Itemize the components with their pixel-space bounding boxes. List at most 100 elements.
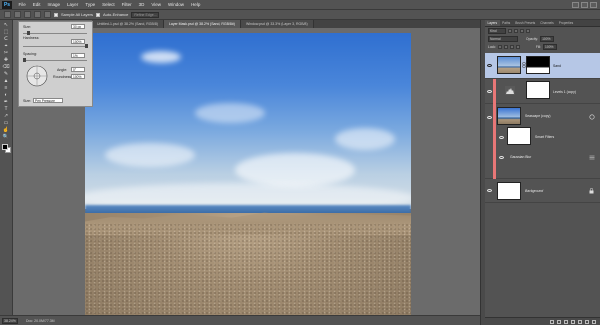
size-slider[interactable] [23,31,87,35]
move-tool-icon[interactable]: ↖ [2,22,10,28]
crop-tool-icon[interactable]: ✂ [2,50,10,56]
lasso-tool-icon[interactable]: ᑕ [2,36,10,42]
type-filter-icon[interactable] [520,29,524,33]
layer-name[interactable]: Sand [553,64,561,68]
trash-icon[interactable] [592,319,596,324]
menu-file[interactable]: File [15,0,29,10]
shape-filter-icon[interactable] [526,29,530,33]
tab-properties[interactable]: Properties [556,20,576,26]
spacing-slider-knob[interactable] [23,58,26,62]
close-button[interactable] [590,1,597,8]
maximize-button[interactable] [581,1,588,8]
refine-edge-button[interactable]: Refine Edge... [131,11,160,18]
layer-name[interactable]: Seascape (copy) [525,114,550,118]
menu-3d[interactable]: 3D [135,0,148,10]
lock-transparency-icon[interactable] [497,45,502,49]
eyedropper-tool-icon[interactable]: ✚ [2,57,10,63]
menu-select[interactable]: Select [99,0,119,10]
menu-edit[interactable]: Edit [29,0,44,10]
document-tab[interactable]: Window.psd @ 33.3% (Layer 3, RGB/8) [240,20,314,28]
fx-icon[interactable] [557,319,561,324]
pixel-filter-icon[interactable] [508,29,512,33]
roundness-field[interactable]: 100% [71,74,85,79]
angle-field[interactable]: 0° [71,67,85,72]
filter-options-icon[interactable] [589,155,595,160]
hardness-slider[interactable] [23,44,88,48]
fill-field[interactable]: 100% [543,44,558,50]
menu-image[interactable]: Image [44,0,64,10]
layer-mask-thumbnail[interactable] [526,81,550,99]
visibility-eye-icon[interactable] [487,189,492,192]
document-tab[interactable]: Untitled-1.psd @ 38.2% (Sand, RGB/8) [92,20,164,28]
add-mask-icon[interactable] [564,319,568,324]
new-selection-icon[interactable] [14,11,21,18]
menu-layer[interactable]: Layer [64,0,82,10]
brush-tip-preview[interactable] [25,64,49,88]
hardness-field[interactable]: 100% [71,39,85,44]
minimize-button[interactable] [572,1,579,8]
history-brush-tool-icon[interactable]: ≡ [2,85,10,91]
size-field[interactable]: 30 px [71,24,85,29]
lock-pixels-icon[interactable] [503,45,508,49]
tab-brush-presets[interactable]: Brush Presets [513,20,538,26]
menu-window[interactable]: Window [165,0,188,10]
smart-filter-visibility-icon[interactable] [499,136,504,139]
spacing-field[interactable]: 1% [71,53,85,58]
filter-effects-icon[interactable] [589,114,595,120]
layer-mask-thumbnail[interactable] [526,56,550,74]
marquee-tool-icon[interactable]: ⬚ [2,29,10,35]
zoom-field[interactable]: 38.24% [2,317,18,324]
foreground-color-swatch[interactable] [1,143,8,150]
opacity-field[interactable]: 100% [540,36,555,42]
layer-row-background[interactable]: Background [485,179,600,203]
beach-photo-canvas[interactable] [85,33,411,323]
auto-enhance-checkbox[interactable] [96,12,101,17]
new-group-icon[interactable] [578,319,582,324]
spacing-slider[interactable] [23,58,87,62]
lock-position-icon[interactable] [509,45,514,49]
layer-name[interactable]: Background [525,189,543,193]
layer-row-levels[interactable]: Levels 1 (copy) [485,79,600,104]
layer-row-seascape[interactable]: Seascape (copy) Smart Filters Gaussian B… [485,104,600,179]
visibility-eye-icon[interactable] [487,116,492,119]
size-slider-knob[interactable] [27,31,30,35]
menu-type[interactable]: Type [82,0,99,10]
link-layers-icon[interactable] [550,319,554,324]
tab-layers[interactable]: Layers [485,20,500,26]
dodge-tool-icon[interactable]: ◐ [2,92,10,98]
layer-thumbnail[interactable] [497,107,521,125]
adjustment-filter-icon[interactable] [514,29,518,33]
pen-pressure-select[interactable]: Pen Pressure [33,98,63,103]
smart-filters-label[interactable]: Smart Filters [535,135,554,139]
quick-selection-tool-icon[interactable]: ⌖ [2,43,10,49]
gaussian-blur-visibility-icon[interactable] [499,156,504,159]
tab-paths[interactable]: Paths [500,20,513,26]
type-tool-icon[interactable]: T [2,106,10,112]
layer-thumbnail[interactable] [497,56,521,74]
menu-help[interactable]: Help [188,0,204,10]
adjustment-layer-icon[interactable] [571,319,575,324]
hand-tool-icon[interactable]: ☝ [2,127,10,133]
menu-view[interactable]: View [148,0,165,10]
stamp-tool-icon[interactable]: ▲ [2,78,10,84]
lock-all-icon[interactable] [515,45,520,49]
layer-thumbnail[interactable] [497,182,521,200]
zoom-tool-icon[interactable]: 🔍 [2,134,10,140]
brush-picker-icon[interactable] [44,11,51,18]
blend-mode-select[interactable]: Normal [488,36,518,42]
subtract-selection-icon[interactable] [34,11,41,18]
layer-row-sand[interactable]: Sand [485,53,600,79]
healing-tool-icon[interactable]: ⌫ [2,64,10,70]
document-tab-active[interactable]: Layer Mask.psd @ 38.2% (Sand, RGB/8#) [163,20,241,28]
layer-name[interactable]: Levels 1 (copy) [553,90,576,94]
smart-filter-mask-thumbnail[interactable] [507,127,531,145]
visibility-eye-icon[interactable] [487,90,492,93]
tool-preset-icon[interactable] [4,11,11,18]
pen-tool-icon[interactable]: ✒ [2,99,10,105]
shape-tool-icon[interactable]: ▭ [2,120,10,126]
hardness-slider-knob[interactable] [85,44,88,48]
path-selection-tool-icon[interactable]: ↗ [2,113,10,119]
visibility-eye-icon[interactable] [487,64,492,67]
color-swatches[interactable] [1,143,11,153]
menu-filter[interactable]: Filter [118,0,135,10]
